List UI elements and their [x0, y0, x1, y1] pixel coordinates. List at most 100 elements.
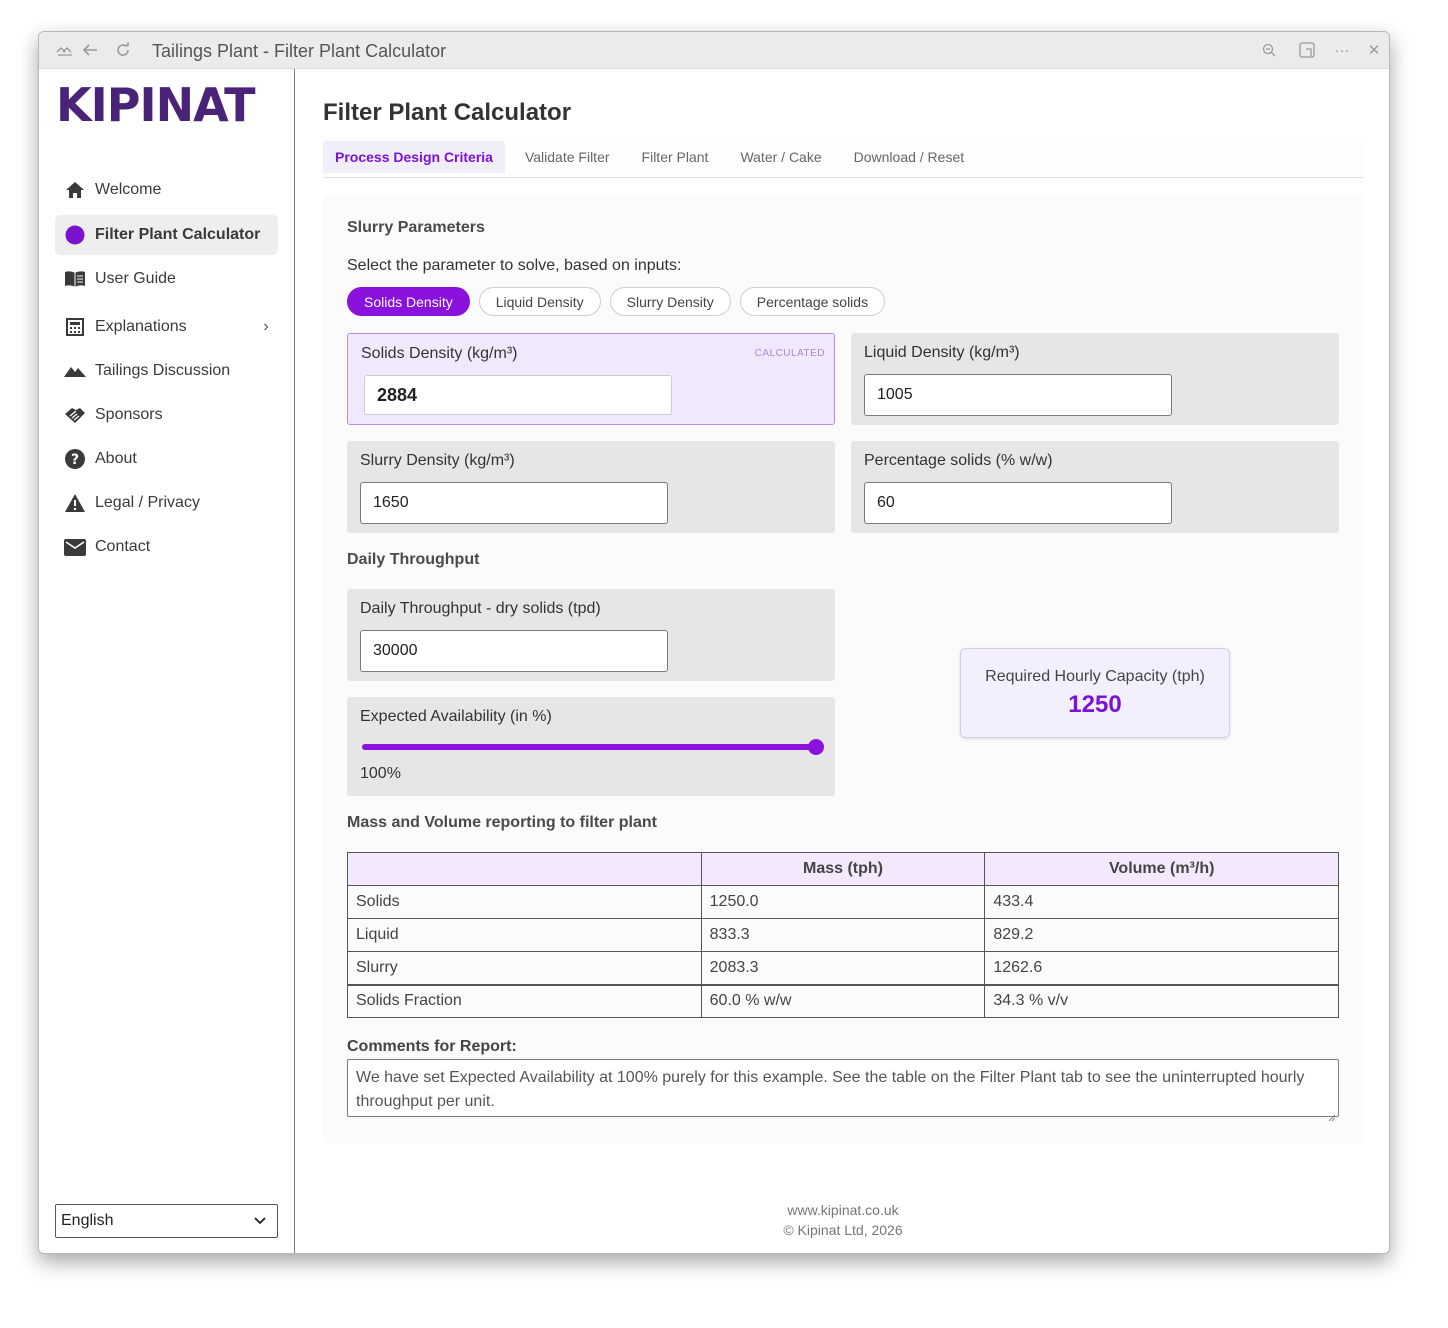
table-cell: Slurry [347, 951, 702, 985]
resize-grip-icon[interactable] [1328, 1106, 1336, 1122]
sidebar-item-label: Tailings Discussion [95, 362, 231, 379]
svg-text:?: ? [71, 452, 79, 468]
sidebar-item-explanations[interactable]: Explanations › [55, 307, 278, 347]
sidebar-item-tailings-discussion[interactable]: Tailings Discussion [55, 351, 278, 391]
main-content: Filter Plant Calculator Process Design C… [296, 69, 1389, 1253]
app-install-icon[interactable] [1298, 41, 1316, 59]
table-header: Mass (tph) [700, 852, 986, 886]
table-cell: 1250.0 [700, 885, 986, 919]
sidebar-item-filter-plant-calculator[interactable]: Filter Plant Calculator [55, 215, 278, 255]
footer-url[interactable]: www.kipinat.co.uk [323, 1200, 1363, 1220]
mass-volume-table: Mass (tph) Volume (m³/h) Solids 1250.0 4… [347, 852, 1339, 1018]
tab-water-cake[interactable]: Water / Cake [728, 141, 833, 173]
availability-slider-thumb[interactable] [808, 739, 824, 755]
chevron-right-icon: › [263, 318, 269, 335]
tab-bar: Process Design Criteria Validate Filter … [323, 137, 1363, 178]
page-title: Filter Plant Calculator [323, 99, 572, 126]
sidebar-item-label: Welcome [95, 181, 162, 198]
language-value: English [61, 1212, 114, 1229]
browser-window: Tailings Plant - Filter Plant Calculator… [38, 31, 1390, 1254]
slurry-density-input[interactable]: 1650 [360, 482, 668, 524]
daily-throughput-label: Daily Throughput - dry solids (tpd) [360, 600, 601, 617]
table-header-row: Mass (tph) Volume (m³/h) [347, 852, 1339, 886]
comments-textarea[interactable]: We have set Expected Availability at 100… [347, 1059, 1339, 1122]
option-liquid-density[interactable]: Liquid Density [478, 287, 601, 316]
mass-volume-heading: Mass and Volume reporting to filter plan… [347, 814, 657, 831]
table-cell: Solids Fraction [347, 983, 702, 1018]
availability-card: Expected Availability (in %) 100% [347, 697, 835, 796]
sidebar-item-contact[interactable]: Contact [55, 527, 278, 567]
liquid-density-input[interactable]: 1005 [864, 374, 1172, 416]
table-cell: Liquid [347, 918, 702, 952]
daily-throughput-heading: Daily Throughput [347, 551, 480, 568]
handshake-icon [55, 406, 95, 424]
sidebar-item-user-guide[interactable]: User Guide [55, 259, 278, 299]
footer-copyright: © Kipinat Ltd, 2026 [783, 1222, 903, 1238]
book-icon [55, 270, 95, 288]
sidebar-item-label: About [95, 450, 137, 467]
mail-icon [55, 538, 95, 556]
capacity-label: Required Hourly Capacity (tph) [985, 668, 1205, 685]
footer: www.kipinat.co.uk © Kipinat Ltd, 2026 [323, 1200, 1363, 1240]
sidebar-item-welcome[interactable]: Welcome [55, 170, 278, 210]
comments-text: We have set Expected Availability at 100… [356, 1069, 1305, 1110]
more-icon[interactable]: ··· [1333, 41, 1351, 59]
option-percentage-solids[interactable]: Percentage solids [739, 287, 886, 316]
tab-validate-filter[interactable]: Validate Filter [513, 141, 622, 173]
table-header [347, 852, 702, 886]
sidebar-item-label: Contact [95, 538, 151, 555]
percentage-solids-card: Percentage solids (% w/w) 60 [851, 441, 1339, 533]
sidebar: KIPINAT Welcome Filter Plant Calculator … [39, 69, 295, 1253]
required-capacity-box: Required Hourly Capacity (tph) 1250 [960, 648, 1230, 738]
daily-throughput-input[interactable]: 30000 [360, 630, 668, 672]
tab-process-design-criteria[interactable]: Process Design Criteria [323, 141, 505, 173]
availability-slider[interactable] [362, 739, 824, 755]
window-title: Tailings Plant - Filter Plant Calculator [152, 41, 447, 61]
liquid-density-label: Liquid Density (kg/m³) [864, 344, 1020, 361]
calculated-badge: CALCULATED [754, 348, 825, 359]
table-cell: 2083.3 [700, 951, 986, 985]
table-row: Solids 1250.0 433.4 [347, 885, 1339, 919]
percentage-solids-input[interactable]: 60 [864, 482, 1172, 524]
kipinat-logo[interactable]: KIPINAT [56, 82, 255, 128]
availability-label: Expected Availability (in %) [360, 708, 552, 725]
solids-density-output: 2884 [364, 375, 672, 415]
tab-download-reset[interactable]: Download / Reset [842, 141, 977, 173]
table-cell: 60.0 % w/w [700, 983, 986, 1018]
solids-density-card: Solids Density (kg/m³) CALCULATED 2884 [347, 333, 835, 425]
home-icon [55, 181, 95, 199]
mountains-icon [55, 364, 95, 378]
daily-throughput-card: Daily Throughput - dry solids (tpd) 3000… [347, 589, 835, 681]
availability-value: 100% [360, 765, 401, 782]
language-select[interactable]: English [55, 1204, 278, 1238]
chevron-down-icon [253, 1213, 267, 1232]
back-icon[interactable] [81, 41, 99, 59]
tabs-icon[interactable] [56, 41, 74, 59]
sidebar-item-legal-privacy[interactable]: Legal / Privacy [55, 483, 278, 523]
calculator-icon [55, 318, 95, 336]
title-bar: Tailings Plant - Filter Plant Calculator… [39, 32, 1389, 69]
option-solids-density[interactable]: Solids Density [347, 287, 470, 316]
solve-parameter-selector: Solids Density Liquid Density Slurry Den… [347, 287, 886, 316]
reload-icon[interactable] [114, 41, 132, 59]
process-design-panel: Slurry Parameters Select the parameter t… [323, 195, 1363, 1143]
circle-icon [55, 225, 95, 245]
question-icon: ? [55, 449, 95, 469]
close-icon[interactable]: ✕ [1365, 41, 1383, 59]
slurry-density-card: Slurry Density (kg/m³) 1650 [347, 441, 835, 533]
table-row: Liquid 833.3 829.2 [347, 918, 1339, 952]
table-cell: 34.3 % v/v [984, 983, 1339, 1018]
zoom-icon[interactable] [1260, 41, 1278, 59]
table-row: Solids Fraction 60.0 % w/w 34.3 % v/v [347, 983, 1339, 1018]
liquid-density-card: Liquid Density (kg/m³) 1005 [851, 333, 1339, 425]
tab-filter-plant[interactable]: Filter Plant [630, 141, 721, 173]
table-row: Slurry 2083.3 1262.6 [347, 951, 1339, 985]
table-cell: Solids [347, 885, 702, 919]
warning-icon [55, 493, 95, 513]
sidebar-item-about[interactable]: ? About [55, 439, 278, 479]
sidebar-item-sponsors[interactable]: Sponsors [55, 395, 278, 435]
table-header: Volume (m³/h) [984, 852, 1339, 886]
sidebar-item-label: Legal / Privacy [95, 494, 200, 511]
slurry-density-label: Slurry Density (kg/m³) [360, 452, 515, 469]
option-slurry-density[interactable]: Slurry Density [609, 287, 731, 316]
